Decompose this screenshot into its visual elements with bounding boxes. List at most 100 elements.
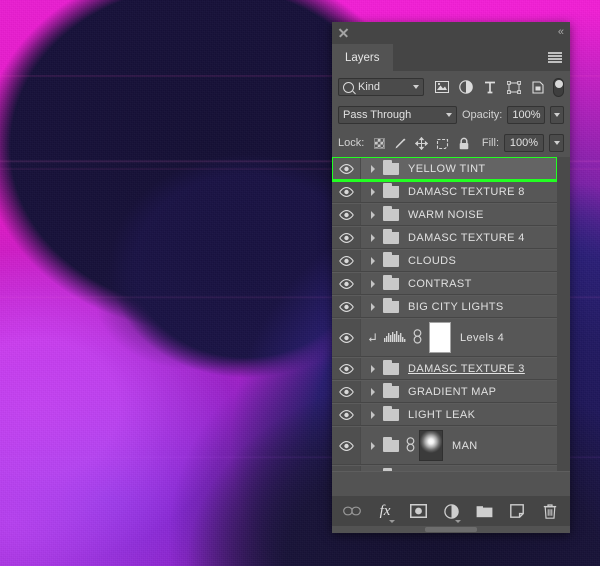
eye-icon <box>338 255 354 266</box>
layer-row[interactable]: Levels 4 <box>332 318 557 357</box>
layer-row[interactable]: DAMASC TEXTURE 8 <box>332 180 557 203</box>
layer-name[interactable]: GRADIENT MAP <box>408 386 496 398</box>
layer-list-wrapper: YELLOW TINT DAMASC TEXTURE 8 WARM NOISE DAM… <box>332 157 570 471</box>
layer-visibility-toggle[interactable] <box>332 158 361 179</box>
expand-group-chevron-icon[interactable] <box>368 387 377 396</box>
tab-layers-label: Layers <box>345 51 380 64</box>
blend-mode-select[interactable]: Pass Through <box>338 106 457 124</box>
layer-row[interactable]: DAMASC TEXTURE 3 <box>332 357 557 380</box>
chevron-down-icon <box>455 520 461 523</box>
layer-name[interactable]: BIG CITY LIGHTS <box>408 301 504 313</box>
layer-visibility-toggle[interactable] <box>332 227 361 248</box>
shape-filter-icon[interactable] <box>503 77 524 97</box>
delete-layer-icon[interactable] <box>540 501 560 521</box>
expand-group-chevron-icon[interactable] <box>368 279 377 288</box>
lock-artboard-nesting-icon[interactable] <box>436 137 449 150</box>
expand-group-chevron-icon[interactable] <box>368 441 377 450</box>
layer-visibility-toggle[interactable] <box>332 381 361 402</box>
lock-position-icon[interactable] <box>415 136 429 150</box>
layer-styles-fx-icon[interactable]: fx <box>375 501 395 523</box>
expand-group-chevron-icon[interactable] <box>368 187 377 196</box>
vertical-scrollbar[interactable] <box>557 157 570 471</box>
panel-tab-bar: Layers <box>332 44 570 71</box>
eye-icon <box>338 440 354 451</box>
layer-name[interactable]: LIGHT LEAK <box>408 409 475 421</box>
expand-group-chevron-icon[interactable] <box>368 364 377 373</box>
blend-opacity-row: Pass Through Opacity: 100% <box>332 101 570 129</box>
horizontal-scrollbar-thumb[interactable] <box>425 527 477 532</box>
link-mask-icon[interactable] <box>413 328 422 347</box>
type-filter-icon[interactable] <box>479 77 500 97</box>
layer-name[interactable]: Levels 4 <box>460 332 504 344</box>
layer-row[interactable]: CLOUDS <box>332 249 557 272</box>
link-mask-icon[interactable] <box>406 436 415 455</box>
layer-visibility-toggle[interactable] <box>332 204 361 225</box>
pixel-filter-icon[interactable] <box>431 77 452 97</box>
layer-name[interactable]: YELLOW TINT <box>408 163 486 175</box>
filter-enable-toggle[interactable] <box>553 77 564 97</box>
layer-visibility-toggle[interactable] <box>332 358 361 379</box>
clipping-mask-icon <box>368 332 377 342</box>
layer-row[interactable]: GRADIENT MAP <box>332 380 557 403</box>
lock-transparent-pixels-icon[interactable] <box>373 137 386 150</box>
add-layer-mask-icon[interactable] <box>408 501 428 521</box>
expand-group-chevron-icon[interactable] <box>368 302 377 311</box>
opacity-stepper[interactable] <box>550 106 564 124</box>
layer-visibility-toggle[interactable] <box>332 250 361 271</box>
layer-row[interactable]: YELLOW TINT <box>332 157 557 182</box>
folder-icon <box>383 251 399 267</box>
layer-list[interactable]: YELLOW TINT DAMASC TEXTURE 8 WARM NOISE DAM… <box>332 157 557 471</box>
fill-input[interactable]: 100% <box>504 134 544 152</box>
layer-mask-thumbnail[interactable] <box>429 322 451 353</box>
lock-all-icon[interactable] <box>457 137 470 150</box>
new-group-icon[interactable] <box>474 501 494 521</box>
layer-name[interactable]: MAN <box>452 440 478 452</box>
opacity-input[interactable]: 100% <box>507 106 546 124</box>
folder-icon <box>383 382 399 398</box>
new-fill-adjustment-layer-icon[interactable] <box>441 501 461 523</box>
adjustment-filter-icon[interactable] <box>455 77 476 97</box>
expand-group-chevron-icon[interactable] <box>368 164 377 173</box>
layer-name[interactable]: CLOUDS <box>408 255 456 267</box>
expand-group-chevron-icon[interactable] <box>368 410 377 419</box>
layer-visibility-toggle[interactable] <box>332 466 361 471</box>
layer-name[interactable]: WARM NOISE <box>408 209 484 221</box>
layer-mask-thumbnail[interactable] <box>419 430 443 461</box>
eye-icon <box>338 409 354 420</box>
layer-name[interactable]: DAMASC TEXTURE 3 <box>408 363 525 375</box>
layer-visibility-toggle[interactable] <box>332 273 361 294</box>
expand-group-chevron-icon[interactable] <box>368 256 377 265</box>
layer-name[interactable]: CONTRAST <box>408 278 472 290</box>
layer-visibility-toggle[interactable] <box>332 319 361 356</box>
close-icon[interactable] <box>337 26 350 39</box>
layer-row[interactable]: BG <box>332 465 557 471</box>
folder-icon <box>383 182 399 198</box>
layer-visibility-toggle[interactable] <box>332 181 361 202</box>
horizontal-scrollbar[interactable] <box>332 526 570 533</box>
layer-row[interactable]: DAMASC TEXTURE 4 <box>332 226 557 249</box>
new-layer-icon[interactable] <box>507 501 527 521</box>
link-layers-icon[interactable] <box>342 501 362 521</box>
layer-visibility-toggle[interactable] <box>332 404 361 425</box>
layer-row[interactable]: BIG CITY LIGHTS <box>332 295 557 318</box>
tab-layers[interactable]: Layers <box>332 44 393 71</box>
layer-row[interactable]: LIGHT LEAK <box>332 403 557 426</box>
layer-row[interactable]: MAN <box>332 426 557 465</box>
levels-adjustment-thumbnail[interactable] <box>384 330 406 345</box>
layer-name[interactable]: BG <box>408 471 425 472</box>
layer-name[interactable]: DAMASC TEXTURE 8 <box>408 186 525 198</box>
layer-row[interactable]: WARM NOISE <box>332 203 557 226</box>
fill-stepper[interactable] <box>549 134 564 152</box>
panel-menu-icon[interactable] <box>548 52 562 63</box>
layer-name[interactable]: DAMASC TEXTURE 4 <box>408 232 525 244</box>
layer-visibility-toggle[interactable] <box>332 427 361 464</box>
eye-icon <box>338 386 354 397</box>
layer-row[interactable]: CONTRAST <box>332 272 557 295</box>
layer-visibility-toggle[interactable] <box>332 296 361 317</box>
lock-image-pixels-icon[interactable] <box>394 137 407 150</box>
expand-group-chevron-icon[interactable] <box>368 233 377 242</box>
expand-group-chevron-icon[interactable] <box>368 210 377 219</box>
collapse-panel-icon[interactable]: « <box>558 27 564 38</box>
smart-object-filter-icon[interactable] <box>527 77 548 97</box>
filter-kind-select[interactable]: Kind <box>338 78 424 96</box>
